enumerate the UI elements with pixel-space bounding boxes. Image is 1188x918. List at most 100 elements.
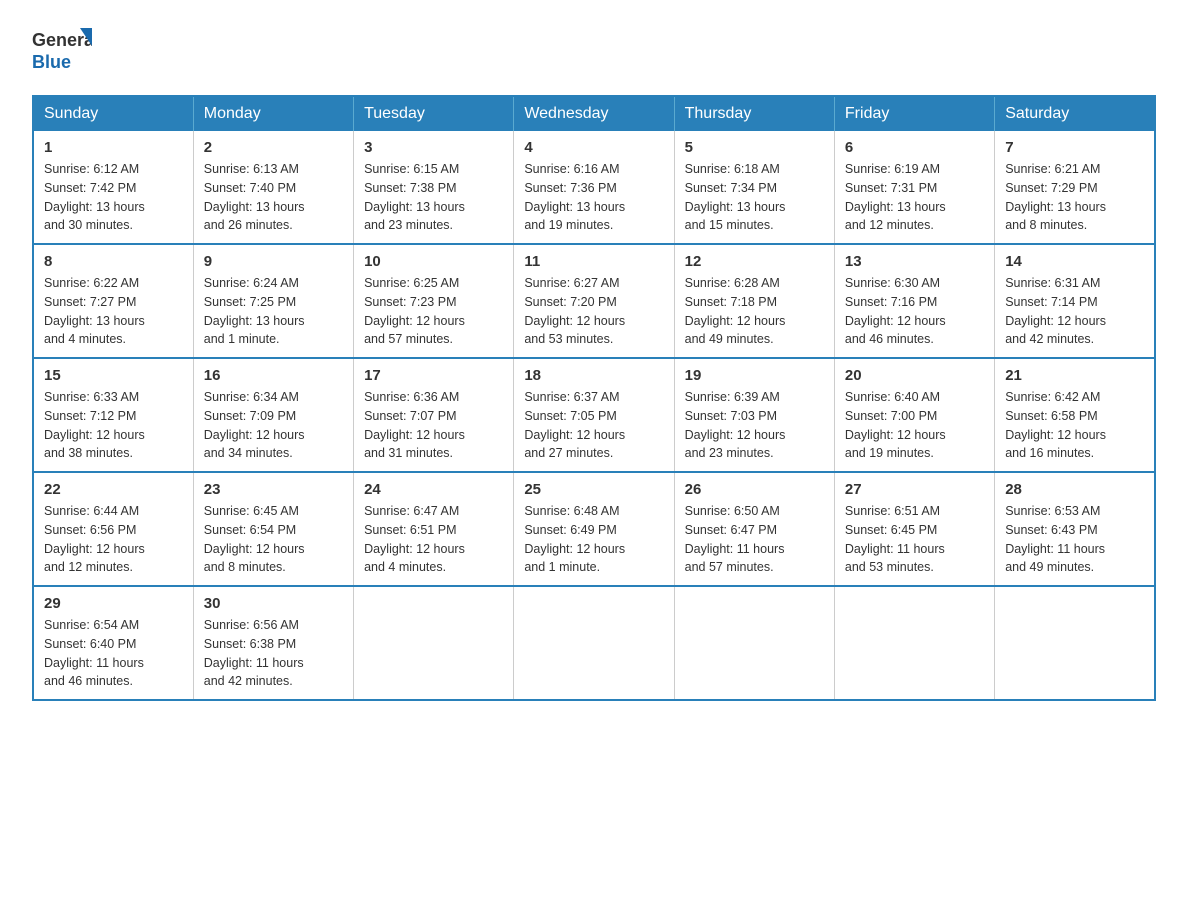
day-number: 24 <box>364 481 503 498</box>
calendar-table: SundayMondayTuesdayWednesdayThursdayFrid… <box>32 95 1156 701</box>
day-number: 29 <box>44 595 183 612</box>
calendar-day-cell: 11 Sunrise: 6:27 AMSunset: 7:20 PMDaylig… <box>514 244 674 358</box>
calendar-day-cell: 5 Sunrise: 6:18 AMSunset: 7:34 PMDayligh… <box>674 131 834 244</box>
calendar-day-cell: 4 Sunrise: 6:16 AMSunset: 7:36 PMDayligh… <box>514 131 674 244</box>
day-info: Sunrise: 6:25 AMSunset: 7:23 PMDaylight:… <box>364 276 465 346</box>
day-number: 8 <box>44 253 183 270</box>
day-info: Sunrise: 6:12 AMSunset: 7:42 PMDaylight:… <box>44 162 145 232</box>
day-info: Sunrise: 6:30 AMSunset: 7:16 PMDaylight:… <box>845 276 946 346</box>
calendar-day-cell: 28 Sunrise: 6:53 AMSunset: 6:43 PMDaylig… <box>995 472 1155 586</box>
day-info: Sunrise: 6:31 AMSunset: 7:14 PMDaylight:… <box>1005 276 1106 346</box>
day-number: 18 <box>524 367 663 384</box>
day-info: Sunrise: 6:48 AMSunset: 6:49 PMDaylight:… <box>524 504 625 574</box>
calendar-day-cell: 1 Sunrise: 6:12 AMSunset: 7:42 PMDayligh… <box>33 131 193 244</box>
calendar-week-row: 1 Sunrise: 6:12 AMSunset: 7:42 PMDayligh… <box>33 131 1155 244</box>
calendar-day-cell <box>674 586 834 700</box>
day-number: 23 <box>204 481 343 498</box>
calendar-week-row: 22 Sunrise: 6:44 AMSunset: 6:56 PMDaylig… <box>33 472 1155 586</box>
day-info: Sunrise: 6:47 AMSunset: 6:51 PMDaylight:… <box>364 504 465 574</box>
day-info: Sunrise: 6:18 AMSunset: 7:34 PMDaylight:… <box>685 162 786 232</box>
calendar-day-cell: 12 Sunrise: 6:28 AMSunset: 7:18 PMDaylig… <box>674 244 834 358</box>
logo: General Blue <box>32 24 92 79</box>
calendar-day-cell: 29 Sunrise: 6:54 AMSunset: 6:40 PMDaylig… <box>33 586 193 700</box>
calendar-day-cell: 25 Sunrise: 6:48 AMSunset: 6:49 PMDaylig… <box>514 472 674 586</box>
calendar-day-cell: 14 Sunrise: 6:31 AMSunset: 7:14 PMDaylig… <box>995 244 1155 358</box>
day-number: 19 <box>685 367 824 384</box>
calendar-day-cell: 8 Sunrise: 6:22 AMSunset: 7:27 PMDayligh… <box>33 244 193 358</box>
day-info: Sunrise: 6:45 AMSunset: 6:54 PMDaylight:… <box>204 504 305 574</box>
day-number: 25 <box>524 481 663 498</box>
day-info: Sunrise: 6:44 AMSunset: 6:56 PMDaylight:… <box>44 504 145 574</box>
day-number: 13 <box>845 253 984 270</box>
day-number: 26 <box>685 481 824 498</box>
calendar-day-cell: 23 Sunrise: 6:45 AMSunset: 6:54 PMDaylig… <box>193 472 353 586</box>
day-info: Sunrise: 6:42 AMSunset: 6:58 PMDaylight:… <box>1005 390 1106 460</box>
day-info: Sunrise: 6:28 AMSunset: 7:18 PMDaylight:… <box>685 276 786 346</box>
day-number: 2 <box>204 139 343 156</box>
header: General Blue <box>32 24 1156 79</box>
day-number: 22 <box>44 481 183 498</box>
weekday-header-cell: Friday <box>834 96 994 131</box>
day-number: 3 <box>364 139 503 156</box>
day-number: 16 <box>204 367 343 384</box>
calendar-week-row: 8 Sunrise: 6:22 AMSunset: 7:27 PMDayligh… <box>33 244 1155 358</box>
calendar-week-row: 15 Sunrise: 6:33 AMSunset: 7:12 PMDaylig… <box>33 358 1155 472</box>
day-info: Sunrise: 6:36 AMSunset: 7:07 PMDaylight:… <box>364 390 465 460</box>
calendar-week-row: 29 Sunrise: 6:54 AMSunset: 6:40 PMDaylig… <box>33 586 1155 700</box>
day-info: Sunrise: 6:22 AMSunset: 7:27 PMDaylight:… <box>44 276 145 346</box>
day-info: Sunrise: 6:54 AMSunset: 6:40 PMDaylight:… <box>44 618 144 688</box>
calendar-day-cell: 13 Sunrise: 6:30 AMSunset: 7:16 PMDaylig… <box>834 244 994 358</box>
calendar-day-cell <box>834 586 994 700</box>
day-info: Sunrise: 6:40 AMSunset: 7:00 PMDaylight:… <box>845 390 946 460</box>
weekday-header-cell: Monday <box>193 96 353 131</box>
day-info: Sunrise: 6:56 AMSunset: 6:38 PMDaylight:… <box>204 618 304 688</box>
calendar-body: 1 Sunrise: 6:12 AMSunset: 7:42 PMDayligh… <box>33 131 1155 700</box>
day-number: 12 <box>685 253 824 270</box>
day-info: Sunrise: 6:13 AMSunset: 7:40 PMDaylight:… <box>204 162 305 232</box>
day-number: 17 <box>364 367 503 384</box>
calendar-day-cell: 21 Sunrise: 6:42 AMSunset: 6:58 PMDaylig… <box>995 358 1155 472</box>
calendar-day-cell: 7 Sunrise: 6:21 AMSunset: 7:29 PMDayligh… <box>995 131 1155 244</box>
calendar-day-cell: 2 Sunrise: 6:13 AMSunset: 7:40 PMDayligh… <box>193 131 353 244</box>
calendar-day-cell: 10 Sunrise: 6:25 AMSunset: 7:23 PMDaylig… <box>354 244 514 358</box>
day-number: 10 <box>364 253 503 270</box>
day-number: 20 <box>845 367 984 384</box>
day-number: 28 <box>1005 481 1144 498</box>
day-info: Sunrise: 6:16 AMSunset: 7:36 PMDaylight:… <box>524 162 625 232</box>
day-info: Sunrise: 6:53 AMSunset: 6:43 PMDaylight:… <box>1005 504 1105 574</box>
calendar-day-cell: 27 Sunrise: 6:51 AMSunset: 6:45 PMDaylig… <box>834 472 994 586</box>
day-number: 15 <box>44 367 183 384</box>
day-number: 14 <box>1005 253 1144 270</box>
day-info: Sunrise: 6:33 AMSunset: 7:12 PMDaylight:… <box>44 390 145 460</box>
svg-text:General: General <box>32 30 92 50</box>
weekday-header-row: SundayMondayTuesdayWednesdayThursdayFrid… <box>33 96 1155 131</box>
day-number: 5 <box>685 139 824 156</box>
day-number: 27 <box>845 481 984 498</box>
day-info: Sunrise: 6:39 AMSunset: 7:03 PMDaylight:… <box>685 390 786 460</box>
calendar-day-cell: 9 Sunrise: 6:24 AMSunset: 7:25 PMDayligh… <box>193 244 353 358</box>
day-number: 9 <box>204 253 343 270</box>
day-number: 7 <box>1005 139 1144 156</box>
day-number: 30 <box>204 595 343 612</box>
day-number: 4 <box>524 139 663 156</box>
calendar-day-cell: 22 Sunrise: 6:44 AMSunset: 6:56 PMDaylig… <box>33 472 193 586</box>
calendar-day-cell: 18 Sunrise: 6:37 AMSunset: 7:05 PMDaylig… <box>514 358 674 472</box>
svg-text:Blue: Blue <box>32 52 71 72</box>
logo-icon: General Blue <box>32 24 92 74</box>
calendar-day-cell: 26 Sunrise: 6:50 AMSunset: 6:47 PMDaylig… <box>674 472 834 586</box>
day-number: 11 <box>524 253 663 270</box>
calendar-day-cell: 24 Sunrise: 6:47 AMSunset: 6:51 PMDaylig… <box>354 472 514 586</box>
calendar-day-cell <box>514 586 674 700</box>
day-info: Sunrise: 6:24 AMSunset: 7:25 PMDaylight:… <box>204 276 305 346</box>
day-info: Sunrise: 6:37 AMSunset: 7:05 PMDaylight:… <box>524 390 625 460</box>
day-info: Sunrise: 6:15 AMSunset: 7:38 PMDaylight:… <box>364 162 465 232</box>
weekday-header-cell: Saturday <box>995 96 1155 131</box>
calendar-day-cell: 15 Sunrise: 6:33 AMSunset: 7:12 PMDaylig… <box>33 358 193 472</box>
day-number: 21 <box>1005 367 1144 384</box>
calendar-day-cell <box>354 586 514 700</box>
calendar-day-cell: 16 Sunrise: 6:34 AMSunset: 7:09 PMDaylig… <box>193 358 353 472</box>
day-number: 1 <box>44 139 183 156</box>
day-info: Sunrise: 6:27 AMSunset: 7:20 PMDaylight:… <box>524 276 625 346</box>
weekday-header-cell: Tuesday <box>354 96 514 131</box>
day-info: Sunrise: 6:51 AMSunset: 6:45 PMDaylight:… <box>845 504 945 574</box>
